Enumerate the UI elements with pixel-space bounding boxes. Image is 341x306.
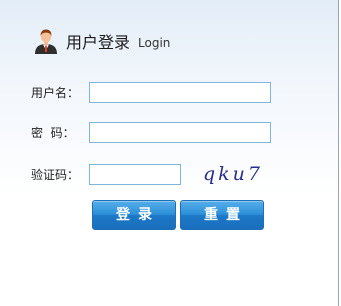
- captcha-row: 验证码： qku7: [31, 162, 265, 186]
- user-avatar-icon: [35, 29, 57, 54]
- captcha-image[interactable]: qku7: [201, 162, 265, 186]
- login-header: 用户登录 Login: [34, 28, 170, 54]
- captcha-input[interactable]: [89, 163, 181, 185]
- username-label: 用户名：: [31, 86, 80, 100]
- login-panel: 用户登录 Login 用户名： 密 码： 验证码： qku7 登录 重置: [0, 0, 339, 306]
- password-row: 密 码：: [31, 122, 271, 143]
- page-subtitle: Login: [138, 35, 171, 50]
- login-button[interactable]: 登录: [92, 200, 176, 230]
- username-row: 用户名：: [31, 82, 271, 103]
- username-input[interactable]: [89, 82, 271, 103]
- captcha-image-text: qku7: [203, 163, 263, 185]
- page-title: 用户登录: [66, 33, 131, 52]
- password-input[interactable]: [89, 122, 271, 143]
- reset-button[interactable]: 重置: [180, 200, 264, 230]
- password-label: 密 码：: [31, 126, 75, 140]
- captcha-label: 验证码：: [31, 167, 80, 182]
